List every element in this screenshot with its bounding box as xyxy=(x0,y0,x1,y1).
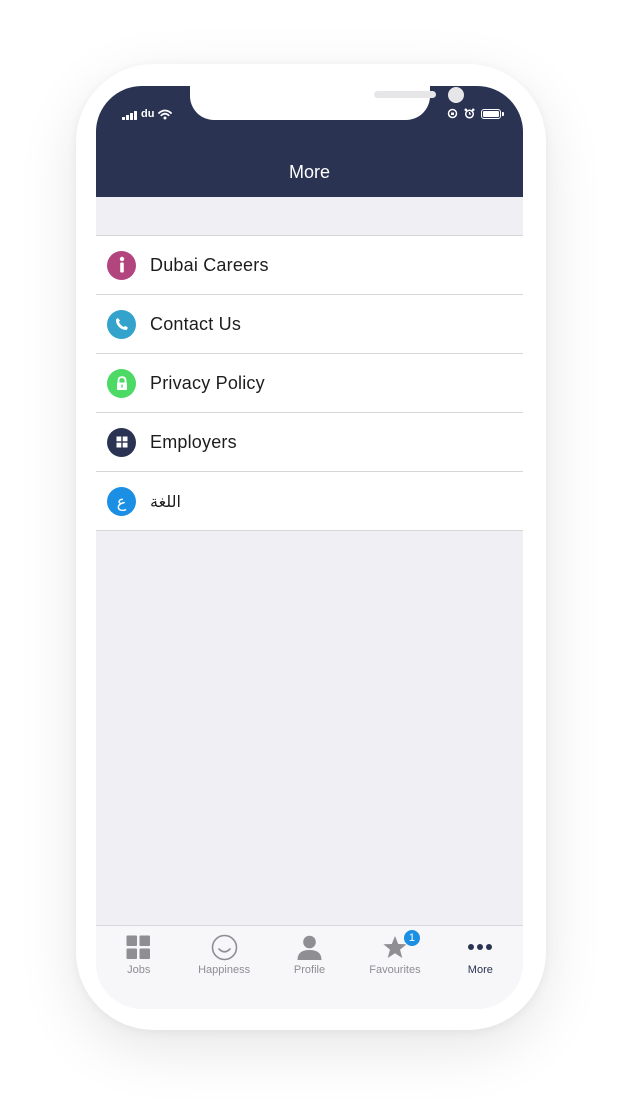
signal-icon xyxy=(122,111,137,120)
rotation-lock-icon xyxy=(447,108,458,119)
tab-profile[interactable]: Profile xyxy=(267,926,352,1009)
grid-icon xyxy=(126,933,151,961)
menu-item-privacy-policy[interactable]: Privacy Policy xyxy=(96,354,523,413)
tab-label: Favourites xyxy=(369,964,421,976)
menu-item-employers[interactable]: Employers xyxy=(96,413,523,472)
status-bar-left: du xyxy=(122,108,173,120)
menu-item-language[interactable]: ع اللغة xyxy=(96,472,523,531)
lock-icon xyxy=(107,368,136,398)
tab-label: Profile xyxy=(293,964,326,976)
tab-label: Happiness xyxy=(198,964,251,976)
tab-more[interactable]: More xyxy=(438,926,523,1009)
menu-item-contact-us[interactable]: Contact Us xyxy=(96,295,523,354)
battery-icon xyxy=(481,108,504,119)
speaker-grille xyxy=(374,91,436,98)
menu-item-label: Contact Us xyxy=(150,313,242,334)
menu-list: Dubai Careers Contact Us Privacy Policy xyxy=(96,235,523,531)
favourites-count-badge: 1 xyxy=(402,929,421,947)
tab-label: More xyxy=(467,964,493,976)
carrier-name: du xyxy=(141,108,155,120)
grid-icon xyxy=(107,427,136,457)
alarm-icon xyxy=(464,108,475,119)
navigation-header: du More xyxy=(96,86,523,197)
menu-item-label: اللغة xyxy=(150,491,181,511)
wifi-icon xyxy=(158,109,173,120)
front-camera xyxy=(448,87,464,103)
smiley-icon xyxy=(211,933,238,961)
arabic-letter-glyph: ع xyxy=(116,491,127,511)
more-dots-icon xyxy=(467,933,493,961)
phone-icon xyxy=(107,309,136,339)
page-title: More xyxy=(288,162,330,182)
status-bar-right xyxy=(447,108,504,119)
tab-happiness[interactable]: Happiness xyxy=(181,926,266,1009)
person-icon xyxy=(296,933,323,961)
device-notch xyxy=(190,86,464,120)
menu-item-label: Privacy Policy xyxy=(150,372,265,393)
menu-item-label: Employers xyxy=(150,431,237,452)
tab-favourites[interactable]: 1 Favourites xyxy=(352,926,437,1009)
tab-label: Jobs xyxy=(127,964,151,976)
app-screen: du More Dubai Careers Contact Us Privacy… xyxy=(96,86,523,1009)
menu-item-dubai-careers[interactable]: Dubai Careers xyxy=(96,236,523,295)
tab-bar: Jobs Happiness Profile 1 Favourites More xyxy=(96,925,523,1009)
info-icon xyxy=(107,250,136,280)
menu-item-label: Dubai Careers xyxy=(150,254,269,275)
tab-jobs[interactable]: Jobs xyxy=(96,926,181,1009)
arabic-letter-icon: ع xyxy=(107,486,136,516)
